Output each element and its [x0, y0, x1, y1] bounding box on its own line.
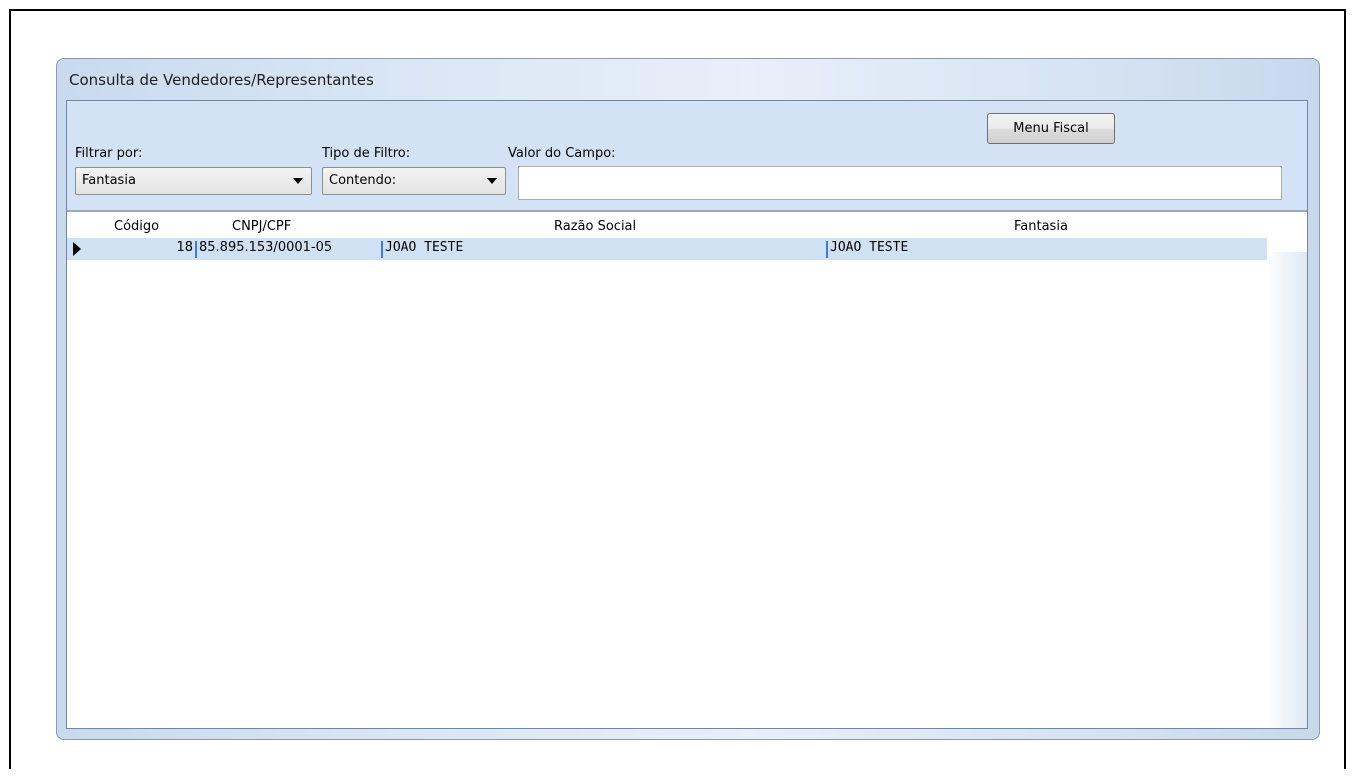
table-row[interactable]: 18 85.895.153/0001-05 JOAO TESTE JOAO TE…: [67, 238, 1267, 260]
column-header-codigo[interactable]: Código: [114, 219, 159, 234]
filter-type-combobox[interactable]: Contendo:: [322, 167, 506, 195]
column-separator: [826, 241, 828, 258]
cell-fantasia: JOAO TESTE: [830, 240, 909, 255]
column-header-fantasia[interactable]: Fantasia: [1014, 219, 1068, 234]
filter-type-label: Tipo de Filtro:: [322, 146, 411, 161]
column-separator: [195, 241, 197, 258]
column-header-razao-social[interactable]: Razão Social: [554, 219, 636, 234]
grid-right-gutter: [1267, 252, 1307, 728]
consulta-window: Consulta de Vendedores/Representantes Fi…: [56, 58, 1320, 740]
filter-by-combobox[interactable]: Fantasia: [75, 167, 312, 195]
field-value-input[interactable]: [518, 166, 1282, 200]
grid-header: Código CNPJ/CPF Razão Social Fantasia: [67, 212, 1267, 236]
filter-type-value: Contendo:: [329, 173, 397, 188]
cell-codigo: 18: [176, 240, 193, 255]
menu-fiscal-button[interactable]: Menu Fiscal: [987, 113, 1115, 144]
filter-by-label: Filtrar por:: [75, 146, 143, 161]
field-value-label: Valor do Campo:: [508, 146, 616, 161]
chevron-down-icon: [487, 178, 497, 184]
filter-by-value: Fantasia: [82, 173, 136, 188]
window-title: Consulta de Vendedores/Representantes: [69, 71, 374, 89]
cell-cnpj-cpf: 85.895.153/0001-05: [199, 240, 333, 255]
results-grid[interactable]: Código CNPJ/CPF Razão Social Fantasia 18…: [67, 212, 1307, 728]
current-row-indicator-icon: [73, 242, 81, 256]
column-separator: [381, 241, 383, 258]
cell-razao-social: JOAO TESTE: [385, 240, 464, 255]
chevron-down-icon: [293, 178, 303, 184]
filter-panel: Filtrar por: Fantasia Tipo de Filtro: Co…: [67, 101, 1307, 212]
window-client-area: Filtrar por: Fantasia Tipo de Filtro: Co…: [66, 100, 1308, 729]
column-header-cnpj-cpf[interactable]: CNPJ/CPF: [232, 219, 291, 234]
